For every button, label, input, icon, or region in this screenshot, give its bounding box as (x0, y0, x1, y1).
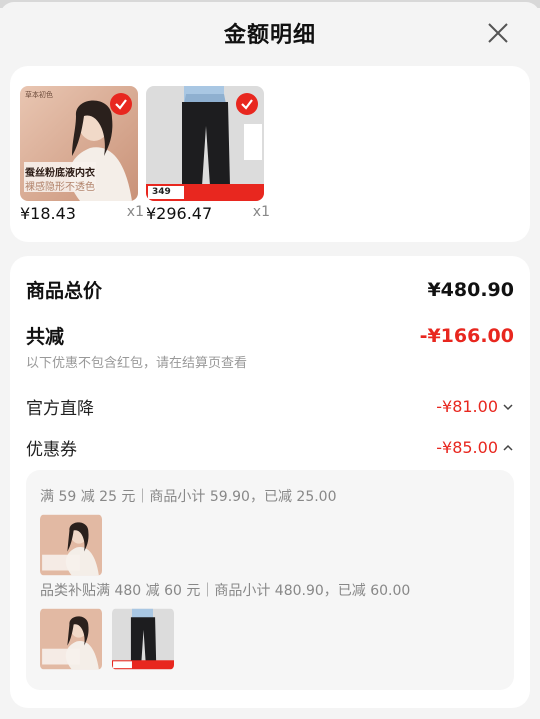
coupon-product-thumb (40, 608, 102, 670)
coupon-detail-box: 满 59 减 25 元｜商品小计 59.90，已减 25.00 品类补贴满 48… (26, 470, 514, 690)
official-value: -¥81.00 (436, 397, 498, 416)
product-image: 草本初色 蚕丝粉底液内衣 裸感隐形不透色 (20, 86, 138, 201)
banner-line-1: 蚕丝粉底液内衣 (25, 168, 95, 179)
coupon-line: 品类补贴满 480 减 60 元｜商品小计 480.90，已减 60.00 (40, 583, 411, 599)
product-price: ¥296.47 (146, 204, 213, 223)
products-card: 草本初色 蚕丝粉底液内衣 裸感隐形不透色 ¥18.43 x1 349 ¥296.… (10, 66, 530, 242)
amount-detail-sheet: 金额明细 草本初色 蚕丝粉底液内衣 裸感隐形不透色 ¥18.43 x1 349 … (0, 2, 540, 719)
product-image: 349 (146, 86, 264, 201)
coupon-value: -¥85.00 (436, 438, 498, 457)
sheet-title: 金额明细 (223, 23, 316, 48)
discount-label: 共减 (26, 326, 65, 348)
coupon-label: 优惠券 (26, 440, 77, 460)
coupon-row[interactable]: 优惠券 -¥85.00 (26, 435, 514, 460)
discount-value: -¥166.00 (419, 324, 514, 347)
product-quantity: x1 (126, 204, 144, 220)
price-tag: 349 (152, 187, 171, 197)
coupon-product-thumb (40, 514, 102, 576)
discount-note: 以下优惠不包含红包，请在结算页查看 (26, 356, 248, 371)
coupon-product-thumb (112, 608, 174, 670)
close-icon[interactable] (486, 21, 510, 45)
chevron-down-icon[interactable] (502, 401, 514, 413)
total-value: ¥480.90 (427, 278, 514, 301)
official-value-group: -¥81.00 (436, 397, 514, 416)
selected-check-icon[interactable] (110, 93, 132, 115)
official-label: 官方直降 (26, 399, 94, 419)
coupon-line: 满 59 减 25 元｜商品小计 59.90，已减 25.00 (40, 489, 337, 505)
product-quantity: x1 (252, 204, 270, 220)
discount-row: 共减 -¥166.00 (26, 322, 514, 349)
banner-line-2: 裸感隐形不透色 (25, 182, 95, 193)
official-discount-row[interactable]: 官方直降 -¥81.00 (26, 394, 514, 419)
selected-check-icon[interactable] (236, 93, 258, 115)
total-row: 商品总价 ¥480.90 (26, 276, 514, 303)
price-detail-card: 商品总价 ¥480.90 共减 -¥166.00 以下优惠不包含红包，请在结算页… (10, 256, 530, 708)
brand-label: 草本初色 (25, 91, 53, 99)
product-item[interactable]: 草本初色 蚕丝粉底液内衣 裸感隐形不透色 ¥18.43 x1 (20, 86, 144, 223)
total-label: 商品总价 (26, 280, 103, 302)
sheet-header: 金额明细 (0, 2, 540, 64)
chevron-up-icon[interactable] (502, 442, 514, 454)
coupon-value-group: -¥85.00 (436, 438, 514, 457)
product-item[interactable]: 349 ¥296.47 x1 (146, 86, 270, 223)
product-price: ¥18.43 (20, 204, 76, 223)
